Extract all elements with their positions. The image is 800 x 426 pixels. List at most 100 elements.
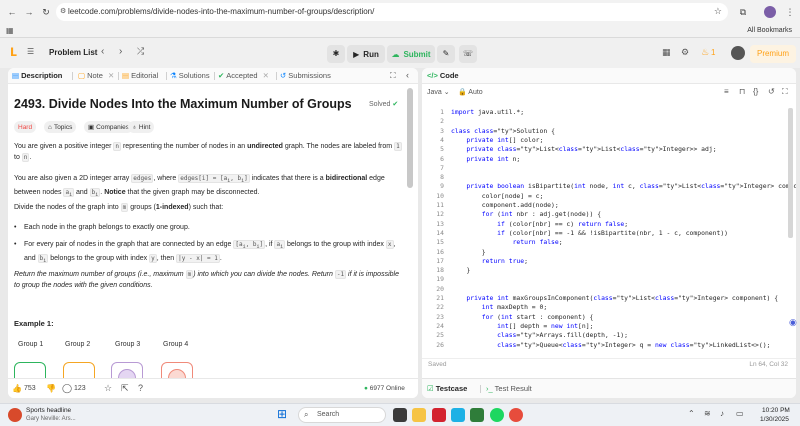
apps-grid-icon[interactable]: ▦	[6, 26, 14, 35]
clock-time[interactable]: 10:20 PM	[762, 407, 790, 414]
companies-button[interactable]: ▣ Companies	[84, 121, 134, 133]
code-line[interactable]: color[node] = c;	[451, 192, 544, 201]
code-line[interactable]: for (int start : component) {	[451, 313, 594, 322]
tab-code[interactable]: </> Code	[427, 71, 459, 80]
chrome-icon[interactable]	[509, 408, 523, 422]
debug-icon[interactable]: ✱	[327, 45, 345, 63]
code-line[interactable]: return true;	[451, 257, 528, 266]
premium-button[interactable]: Premium	[750, 45, 796, 63]
code-line[interactable]: component.add(node);	[451, 201, 559, 210]
line-number: 25	[436, 331, 444, 340]
difficulty-badge[interactable]: Hard	[14, 121, 37, 133]
site-info-icon[interactable]: ⚙	[60, 7, 66, 15]
tab-test-result[interactable]: ›_ Test Result	[486, 384, 532, 393]
submit-button[interactable]: ☁ Submit	[387, 45, 435, 63]
tab-editorial[interactable]: ▤ Editorial	[122, 71, 158, 80]
code-line[interactable]: class class="ty">Solution {	[451, 127, 555, 136]
thumbs-down-icon[interactable]: 👎	[46, 384, 56, 393]
maximize-icon[interactable]: ⛶	[390, 71, 396, 81]
tab-testcase[interactable]: ☑ Testcase	[427, 384, 467, 393]
checkbox-icon: ☑	[427, 384, 434, 393]
spotify-icon[interactable]	[490, 408, 504, 422]
reload-icon[interactable]: ↻	[40, 6, 52, 18]
language-select[interactable]: Java ⌄	[427, 88, 450, 96]
thumbs-up-icon[interactable]: 👍	[12, 384, 22, 393]
code-line[interactable]: private boolean isBipartite(int node, in…	[451, 182, 796, 191]
chat-icon[interactable]: ☏	[459, 45, 477, 63]
code-line[interactable]: if (color[nbr] == -1 && !isBipartite(nbr…	[451, 229, 728, 238]
wifi-icon[interactable]: ≋	[704, 409, 711, 418]
next-problem-icon[interactable]: ›	[119, 46, 122, 57]
help-icon[interactable]: ?	[138, 383, 143, 393]
code-line[interactable]: return false;	[451, 238, 563, 247]
tab-note[interactable]: ▢ Note ✕	[78, 71, 114, 80]
code-line[interactable]: }	[451, 248, 486, 257]
code-line[interactable]: class="ty">Queue<class="ty">Integer> q =…	[451, 341, 770, 350]
extensions-icon[interactable]: ⧉	[737, 6, 749, 18]
auto-mode-toggle[interactable]: 🔒 Auto	[458, 88, 483, 96]
settings-icon[interactable]: ⚙	[681, 47, 689, 58]
assistant-icon[interactable]: ◉	[789, 317, 797, 328]
code-line[interactable]: for (int nbr : adj.get(node)) {	[451, 210, 601, 219]
line-number: 9	[440, 182, 444, 191]
windows-start-icon[interactable]: ⊞	[277, 407, 287, 421]
user-avatar[interactable]	[731, 46, 745, 60]
tab-description[interactable]: ▤ Description	[12, 71, 62, 80]
code-line[interactable]: import java.util.*;	[451, 108, 524, 117]
streak-fire-icon[interactable]: ♨	[701, 47, 709, 58]
volume-icon[interactable]: ♪	[720, 409, 724, 418]
notes-icon[interactable]: ✎	[437, 45, 455, 63]
scrollbar-thumb[interactable]	[407, 88, 413, 188]
topics-button[interactable]: ⌂ Topics	[44, 121, 77, 133]
bookmark-icon[interactable]: ⊓	[739, 87, 745, 96]
comment-icon[interactable]: ◯	[62, 383, 72, 394]
share-icon[interactable]: ⇱	[121, 383, 129, 394]
star-icon[interactable]: ☆	[104, 383, 112, 394]
hint-button[interactable]: ♁ Hint	[128, 121, 155, 133]
profile-avatar[interactable]	[764, 6, 776, 18]
tab-solutions[interactable]: ⚗ Solutions	[170, 71, 210, 80]
code-line[interactable]: int maxDepth = 0;	[451, 303, 547, 312]
address-bar[interactable]: ⚙ leetcode.com/problems/divide-nodes-int…	[56, 3, 728, 21]
code-line[interactable]: private int n;	[451, 155, 520, 164]
collapse-icon[interactable]: ‹	[406, 70, 409, 80]
code-line[interactable]: if (color[nbr] == c) return false;	[451, 220, 628, 229]
code-line[interactable]: int[] depth = new int[n];	[451, 322, 593, 331]
shuffle-icon[interactable]: ⤮	[137, 46, 144, 57]
taskbar-search[interactable]: ⌕ Search	[298, 407, 386, 423]
braces-icon[interactable]: {}	[753, 87, 758, 96]
layout-grid-icon[interactable]: ▦	[662, 47, 671, 58]
prev-problem-icon[interactable]: ‹	[101, 46, 104, 57]
close-icon[interactable]: ✕	[108, 71, 114, 80]
forward-icon[interactable]: →	[23, 6, 35, 18]
tab-submissions[interactable]: ↺ Submissions	[280, 71, 331, 80]
app-icon[interactable]	[470, 408, 484, 422]
task-view-icon[interactable]	[393, 408, 407, 422]
fullscreen-icon[interactable]: ⛶	[782, 87, 788, 97]
app-icon[interactable]	[432, 408, 446, 422]
app-icon[interactable]	[451, 408, 465, 422]
code-line[interactable]: private class="ty">List<class="ty">List<…	[451, 145, 716, 154]
tab-accepted[interactable]: ✔ Accepted ✕	[218, 71, 269, 80]
editor-scrollbar[interactable]	[788, 108, 793, 238]
star-icon[interactable]: ☆	[714, 6, 722, 17]
problem-list-button[interactable]: Problem List	[49, 48, 97, 57]
news-title[interactable]: Sports headline	[26, 407, 71, 414]
leetcode-logo-icon[interactable]: ᒪ	[10, 46, 17, 59]
back-icon[interactable]: ←	[6, 6, 18, 18]
menu-icon[interactable]: ⋮	[784, 6, 796, 18]
code-line[interactable]: }	[451, 266, 470, 275]
code-line[interactable]: private int[] color;	[451, 136, 543, 145]
run-button[interactable]: ▶ Run	[347, 45, 385, 63]
code-editor[interactable]: 1 import java.util.*; 2 3 class class="ty">S…	[422, 104, 796, 354]
news-icon[interactable]	[8, 408, 22, 422]
all-bookmarks-button[interactable]: All Bookmarks	[747, 27, 792, 34]
file-explorer-icon[interactable]	[412, 408, 426, 422]
code-line[interactable]: private int maxGroupsInComponent(class="…	[451, 294, 778, 303]
close-icon[interactable]: ✕	[263, 71, 269, 80]
code-line[interactable]: class="ty">Arrays.fill(depth, -1);	[451, 331, 628, 340]
chevron-up-icon[interactable]: ⌃	[688, 409, 695, 418]
format-icon[interactable]: ≡	[724, 87, 729, 96]
reset-icon[interactable]: ↺	[768, 87, 775, 96]
battery-icon[interactable]: ▭	[736, 409, 744, 418]
